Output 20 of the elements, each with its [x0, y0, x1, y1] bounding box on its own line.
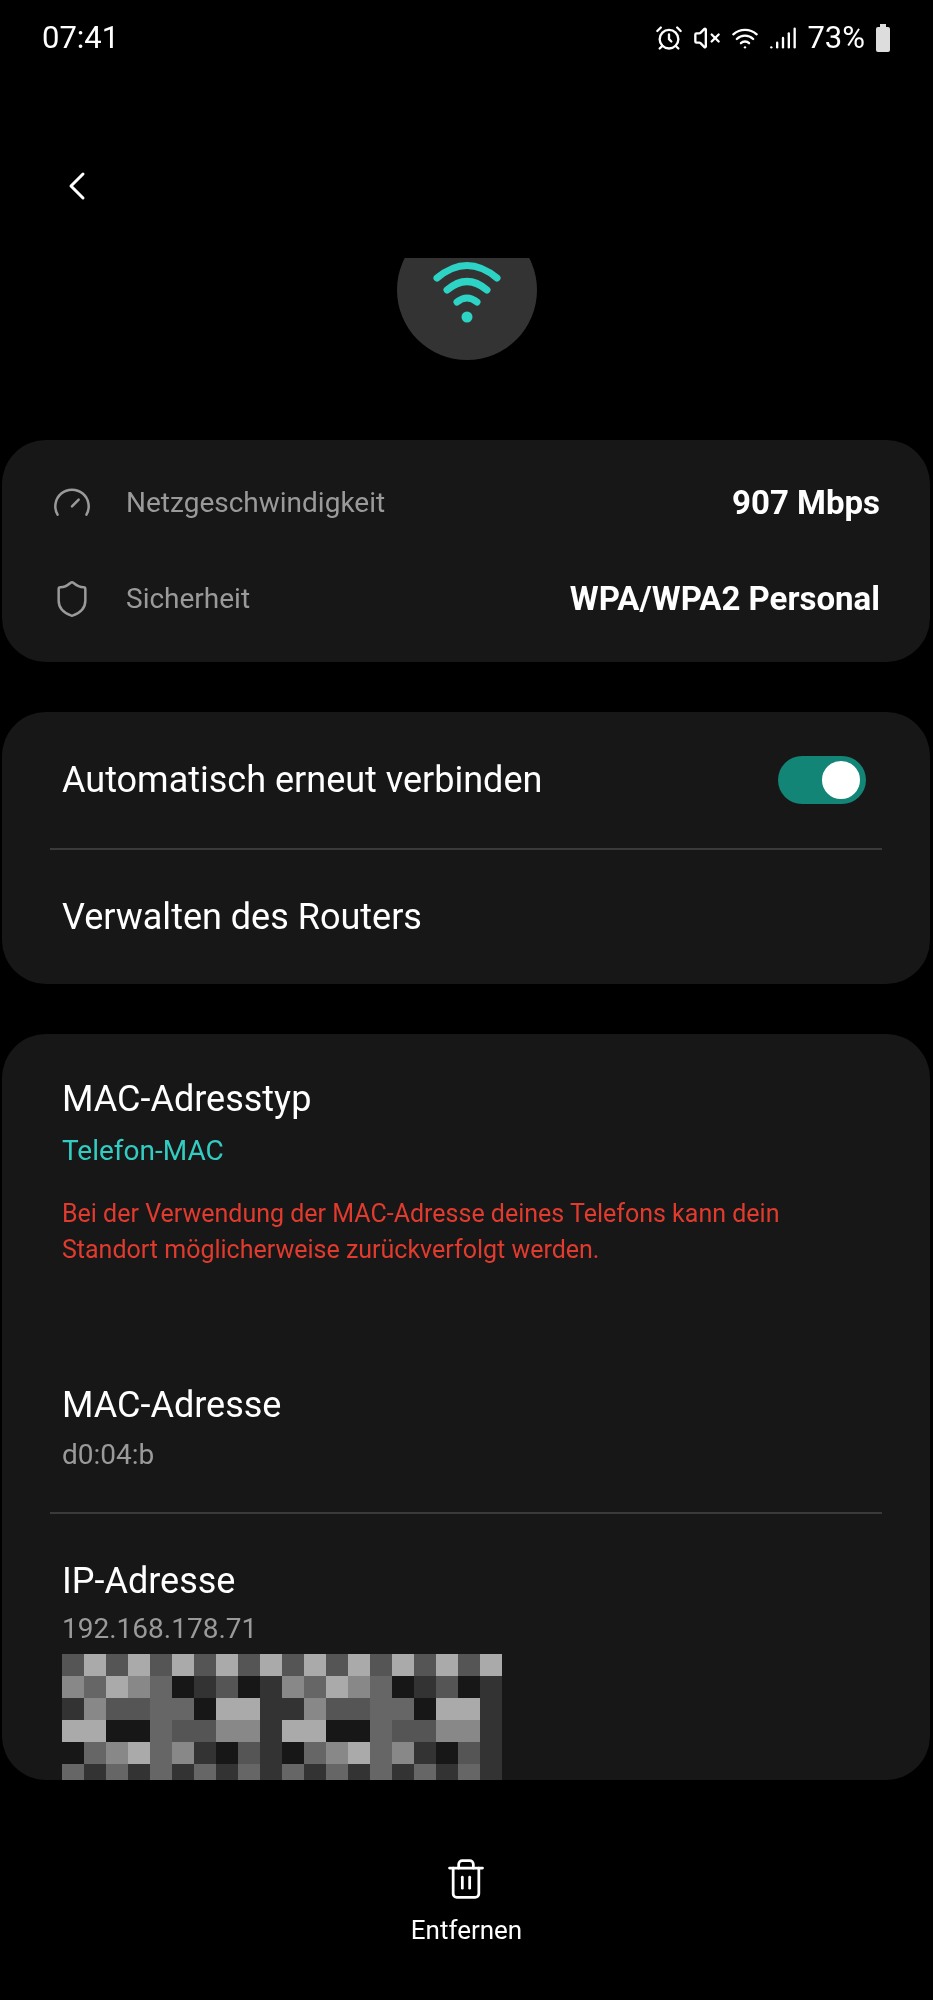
toggle-switch[interactable] — [778, 756, 866, 804]
privacy-warning: Bei der Verwendung der MAC-Adresse deines Telefons kann dein Standort möglicherweise zurückverfolgt werden. — [62, 1198, 781, 1266]
info-value: WPA/WPA2 Personal — [569, 578, 880, 621]
info-value: 907 Mbps — [732, 482, 880, 525]
wifi-icon — [396, 258, 537, 360]
battery-icon — [875, 24, 891, 52]
status-time: 07:41 — [42, 17, 120, 58]
mac-type-label[interactable]: MAC-Adresstyp — [62, 1072, 870, 1126]
battery-percent: 73% — [807, 17, 865, 58]
remove-button[interactable]: Entfernen — [410, 1857, 523, 1950]
info-label: Netzgeschwindigkeit — [126, 485, 386, 521]
setting-label[interactable]: Automatisch erneut verbinden — [62, 753, 543, 807]
alarm-icon — [655, 24, 684, 52]
mac-address-label: MAC-Adresse — [62, 1383, 283, 1428]
mac-address-value: d0:04:b — [62, 1437, 156, 1473]
setting-label[interactable]: Verwalten des Routers — [62, 890, 422, 944]
ip-address-label: IP-Adresse — [62, 1559, 237, 1604]
info-label: Sicherheit — [126, 581, 251, 617]
mac-type-value: Telefon-MAC — [62, 1133, 225, 1169]
ip-address-value: 192.168.178.71 — [62, 1611, 259, 1647]
